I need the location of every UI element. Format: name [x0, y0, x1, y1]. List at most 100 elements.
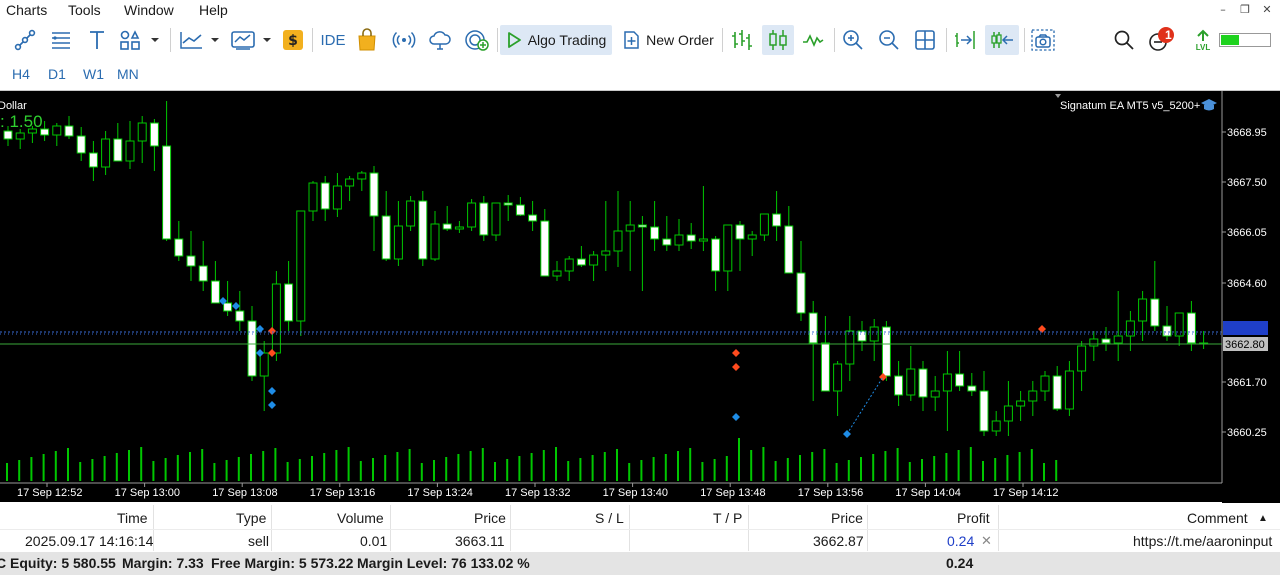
cloud-vps-icon[interactable] [426, 25, 454, 55]
price-chart[interactable]: 3668.95 3667.50 3666.05 3664.60 3661.70 3660.… [0, 90, 1280, 503]
algo-trading-button[interactable]: Algo Trading [500, 25, 612, 55]
timeframe-d1[interactable]: D1 [48, 66, 66, 82]
candle-body [515, 204, 525, 216]
volume-bar [176, 455, 179, 481]
market-dollar-icon[interactable]: $ [280, 25, 306, 55]
text-tool-icon[interactable] [82, 25, 112, 55]
minimize-icon[interactable]: – [1216, 3, 1230, 17]
col-header-tp[interactable]: T / P [713, 510, 742, 526]
volume-bar [323, 453, 326, 481]
volume-bar [591, 455, 594, 481]
trade-marker [268, 401, 276, 409]
candle-body [589, 254, 599, 266]
templates-dropdown[interactable] [228, 25, 274, 55]
candle-body [1028, 390, 1038, 402]
zoom-in-icon[interactable] [838, 25, 868, 55]
restore-icon[interactable]: ❐ [1238, 3, 1252, 17]
col-header-type[interactable]: Type [236, 510, 266, 526]
col-header-time[interactable]: Time [117, 510, 148, 526]
sort-up-icon[interactable]: ▲ [1258, 513, 1268, 524]
candle-body [503, 202, 513, 206]
volume-bar [481, 448, 484, 481]
candle-body [101, 138, 111, 168]
volume-bar [603, 452, 606, 481]
volume-bar [384, 455, 387, 481]
volume-bar [103, 456, 106, 481]
shapes-dropdown[interactable] [116, 25, 162, 55]
chart-shift-icon[interactable] [985, 25, 1019, 55]
menu-window[interactable]: Window [124, 2, 174, 18]
volume-bar [1055, 460, 1058, 481]
price-tick-label: 3660.25 [1227, 427, 1267, 439]
candle-body [686, 234, 696, 242]
timeframe-w1[interactable]: W1 [83, 66, 104, 82]
indicators-dropdown[interactable] [176, 25, 222, 55]
col-header-profit[interactable]: Profit [957, 510, 990, 526]
trade-volume[interactable]: 0.01 [360, 533, 387, 549]
trade-current-price[interactable]: 3662.87 [813, 533, 864, 549]
timeframe-mn[interactable]: MN [117, 66, 139, 82]
fibonacci-icon[interactable] [46, 25, 76, 55]
scroll-end-icon[interactable] [950, 25, 980, 55]
trade-time[interactable]: 2025.09.17 14:16:14 [25, 533, 153, 549]
candle-body [698, 238, 708, 242]
candle-body [1064, 370, 1074, 410]
candle-body [1077, 345, 1087, 372]
candle-body [1052, 375, 1062, 410]
col-header-comment[interactable]: Comment [1187, 510, 1248, 526]
current-price-label: 3662.80 [1225, 339, 1265, 351]
candle-body [759, 213, 769, 236]
trade-type[interactable]: sell [248, 533, 269, 549]
candle-body [540, 220, 550, 277]
col-header-sl[interactable]: S / L [595, 510, 624, 526]
market-bag-icon[interactable] [354, 25, 380, 55]
bar-chart-icon[interactable] [726, 25, 756, 55]
signals-icon[interactable] [390, 25, 418, 55]
close-position-icon[interactable]: ✕ [981, 533, 992, 549]
candlestick-chart-icon[interactable] [762, 25, 794, 55]
trade-price[interactable]: 3663.11 [455, 533, 505, 549]
timeframe-h4[interactable]: H4 [12, 66, 30, 82]
volume-bar [555, 447, 557, 481]
candle-body [772, 213, 782, 227]
candle-body [845, 330, 855, 365]
menu-charts[interactable]: Charts [6, 2, 47, 18]
close-icon[interactable]: ✕ [1260, 3, 1274, 17]
candle-body [442, 223, 452, 230]
volume-bar [506, 459, 509, 481]
col-header-price2[interactable]: Price [831, 510, 863, 526]
time-tick-label: 17 Sep 13:56 [798, 487, 863, 499]
toolbar: $ IDE Algo Trading New Order 1 LVL [0, 22, 1280, 58]
trade-comment[interactable]: https://t.me/aaroninput [1133, 533, 1272, 549]
line-chart-icon[interactable] [798, 25, 828, 55]
screenshot-camera-icon[interactable] [1028, 25, 1058, 55]
notifications-button[interactable]: 1 [1144, 25, 1178, 55]
candle-body [576, 258, 586, 266]
trade-profit[interactable]: 0.24 [947, 533, 974, 549]
volume-bar [18, 460, 21, 481]
volume-bar [42, 454, 45, 481]
price-axis [1222, 91, 1280, 503]
col-header-volume[interactable]: Volume [337, 510, 384, 526]
search-icon[interactable] [1110, 25, 1138, 55]
volume-bar [128, 450, 130, 481]
menu-tools[interactable]: Tools [68, 2, 101, 18]
candle-body [406, 200, 416, 227]
time-tick-label: 17 Sep 14:12 [993, 487, 1058, 499]
volume-bar [164, 458, 167, 481]
volume-bar [982, 461, 984, 481]
menu-help[interactable]: Help [199, 2, 228, 18]
chart-canvas[interactable]: 3668.95 3667.50 3666.05 3664.60 3661.70 3660.… [0, 91, 1280, 503]
time-tick-label: 17 Sep 13:24 [407, 487, 472, 499]
radar-add-icon[interactable] [462, 25, 492, 55]
volume-bar [921, 459, 923, 481]
zoom-out-icon[interactable] [874, 25, 904, 55]
ide-button[interactable]: IDE [318, 25, 348, 55]
candle-body [284, 283, 294, 322]
margin-level-value: Margin Level: 76 133.02 % [357, 555, 530, 571]
time-tick-label: 17 Sep 13:32 [505, 487, 570, 499]
col-header-price[interactable]: Price [474, 510, 506, 526]
new-order-button[interactable]: New Order [618, 25, 718, 55]
tile-windows-icon[interactable] [910, 25, 940, 55]
line-tool-icon[interactable] [10, 25, 40, 55]
